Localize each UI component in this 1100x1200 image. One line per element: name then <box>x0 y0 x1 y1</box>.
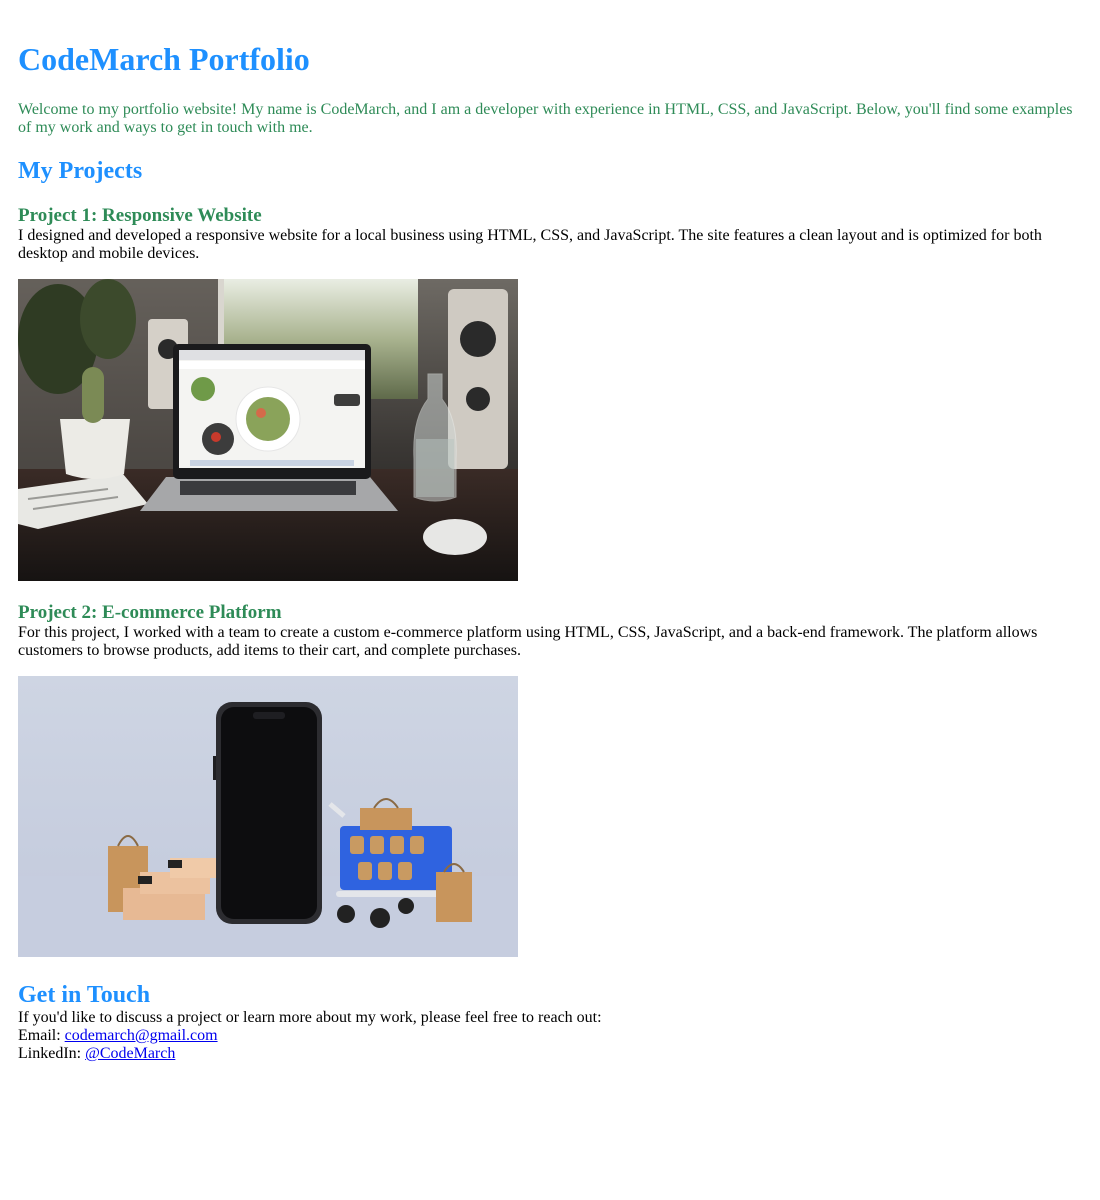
linkedin-line: LinkedIn: @CodeMarch <box>18 1045 1082 1063</box>
project-2-title: Project 2: E-commerce Platform <box>18 602 282 623</box>
portfolio-page: CodeMarch Portfolio Welcome to my portfo… <box>0 0 1100 1063</box>
project-2-image <box>18 676 518 957</box>
project-1-title: Project 1: Responsive Website <box>18 205 262 226</box>
project-1-description: I designed and developed a responsive we… <box>18 227 1042 262</box>
email-label: Email: <box>18 1027 65 1044</box>
projects-heading: My Projects <box>18 158 143 184</box>
project-2-description: For this project, I worked with a team t… <box>18 624 1038 659</box>
linkedin-link[interactable]: @CodeMarch <box>85 1045 175 1062</box>
linkedin-label: LinkedIn: <box>18 1045 86 1062</box>
contact-heading: Get in Touch <box>18 982 151 1008</box>
page-title: CodeMarch Portfolio <box>18 41 310 77</box>
project-1-image <box>18 279 518 581</box>
contact-text: If you'd like to discuss a project or le… <box>18 1009 602 1026</box>
email-link[interactable]: codemarch@gmail.com <box>65 1027 218 1044</box>
email-line: Email: codemarch@gmail.com <box>18 1027 1082 1045</box>
intro-text: Welcome to my portfolio website! My name… <box>18 101 1073 136</box>
